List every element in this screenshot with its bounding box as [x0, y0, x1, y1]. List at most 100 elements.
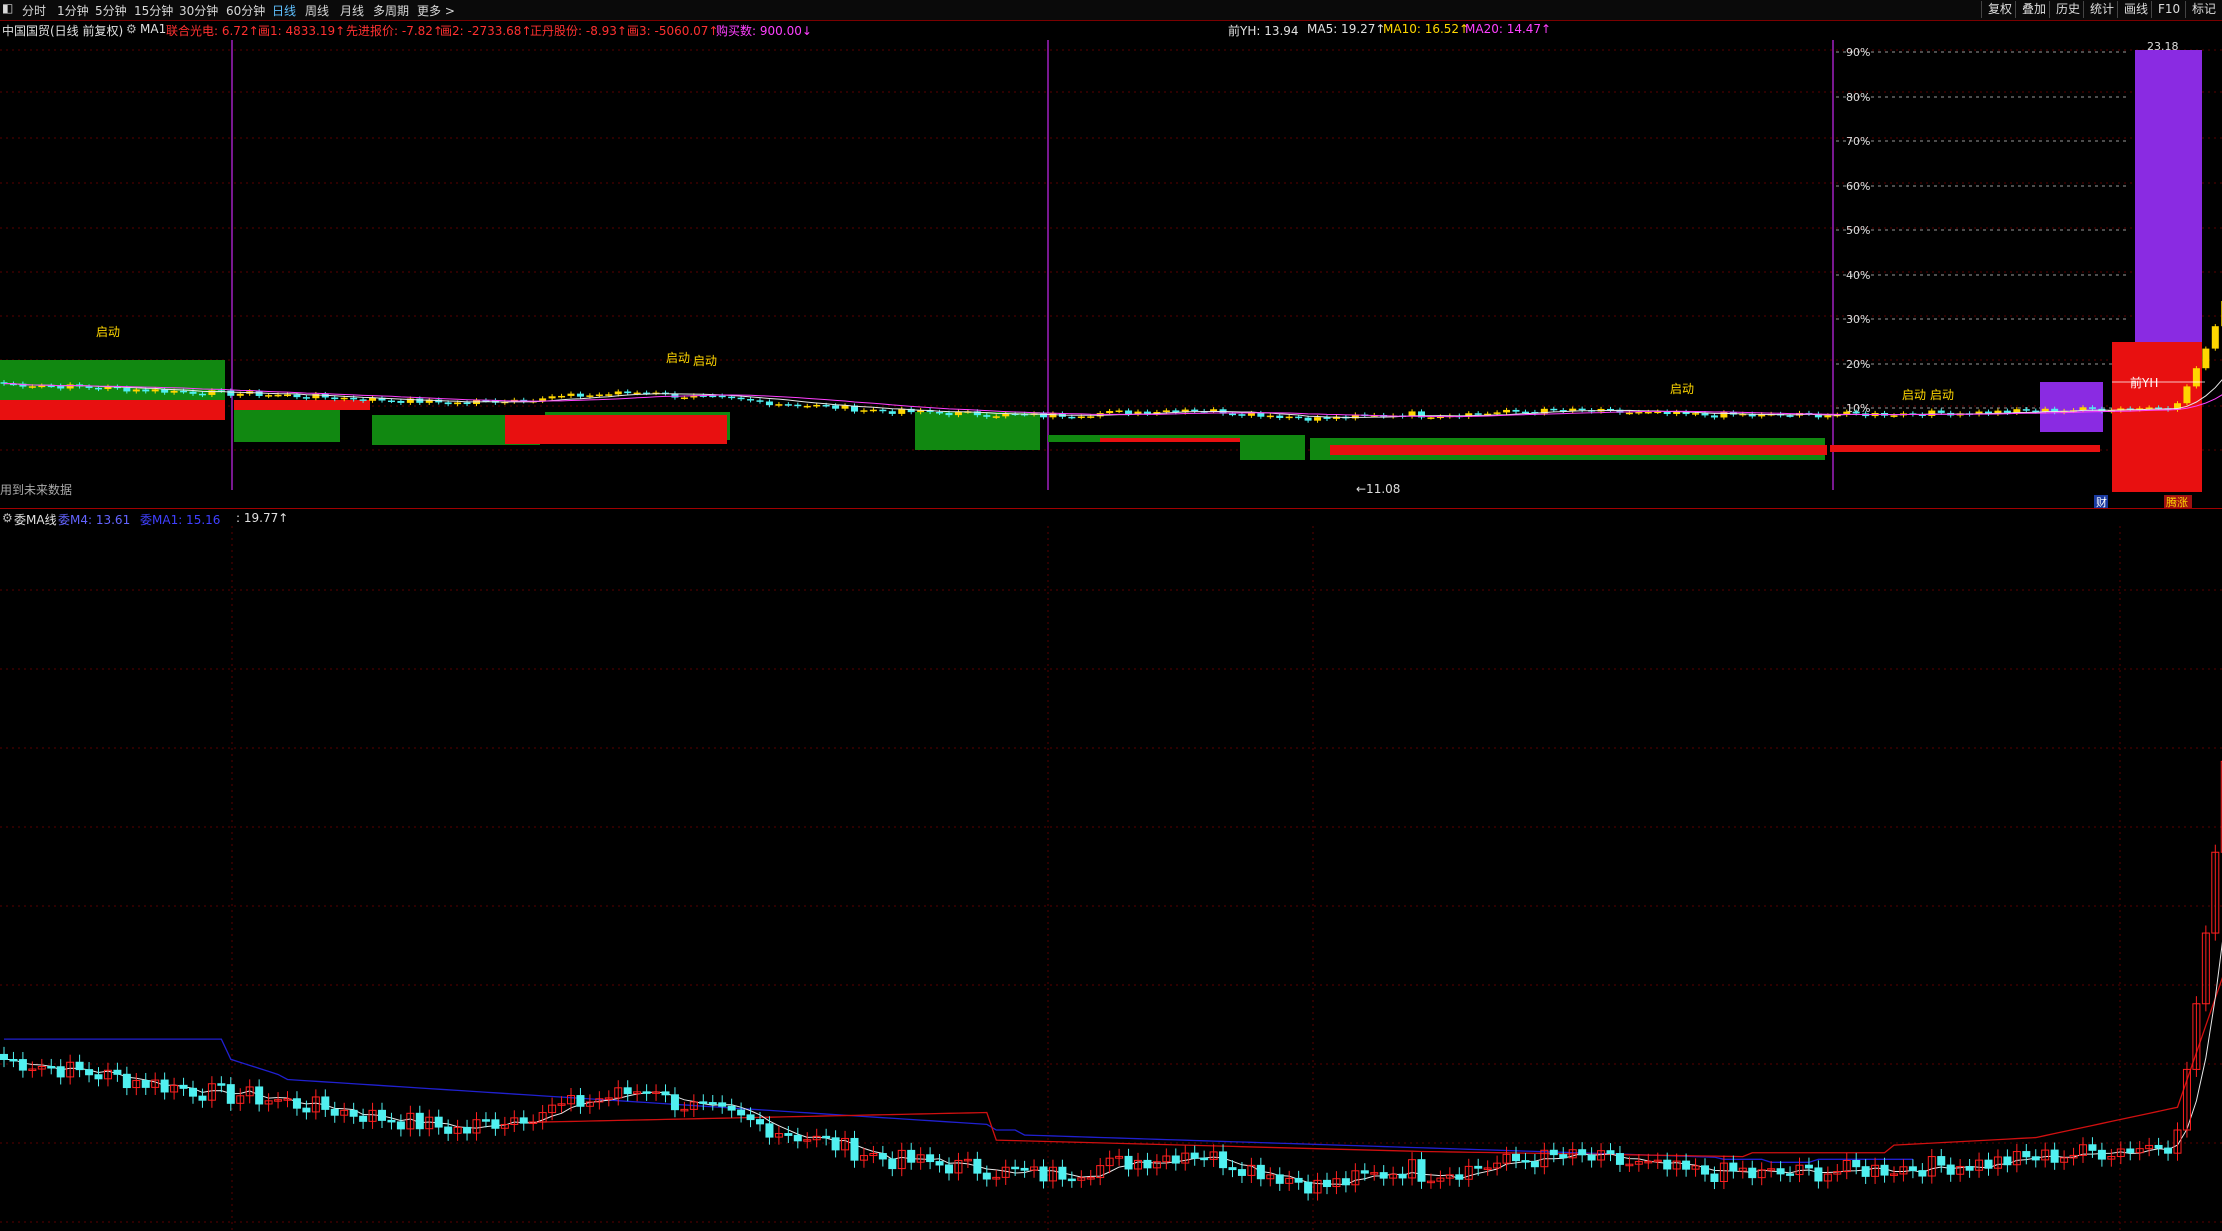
lower-candle-body-176 [1663, 1159, 1672, 1170]
upper-candle-body-132 [1247, 413, 1255, 416]
ma-value-0: 前YH: 13.94 [1228, 24, 1299, 38]
menu-icon[interactable]: ◧ [2, 1, 13, 15]
period-tab-10[interactable]: 更多 > [417, 2, 455, 19]
lower-candle-body-21 [198, 1095, 207, 1101]
lower-candle-body-203 [1918, 1170, 1927, 1177]
period-tab-8[interactable]: 月线 [340, 2, 364, 19]
lower-candle-body-188 [1776, 1168, 1785, 1175]
upper-candle-body-10 [95, 387, 102, 390]
upper-candle-body-123 [1162, 410, 1170, 412]
upper-candle-body-234 [2211, 326, 2219, 349]
upper-candle-body-18 [170, 390, 178, 393]
toolbar-button-1[interactable]: 叠加 [2015, 1, 2052, 18]
lower-candle-body-71 [670, 1094, 679, 1111]
period-tab-6[interactable]: 日线 [272, 2, 296, 19]
period-tab-7[interactable]: 周线 [305, 2, 329, 19]
qidong-label-1: 启动 [666, 351, 690, 365]
lower-candle-body-20 [189, 1087, 197, 1097]
upper-candle-body-61 [576, 393, 584, 397]
toolbar-button-3[interactable]: 统计 [2083, 1, 2120, 18]
lower-candle-body-167 [1578, 1149, 1587, 1156]
lower-candle-body-229 [2164, 1147, 2173, 1154]
upper-candle-body-87 [822, 404, 830, 407]
period-tab-2[interactable]: 5分钟 [95, 2, 127, 19]
toolbar-button-2[interactable]: 历史 [2049, 1, 2086, 18]
lower-candle-body-189 [1786, 1173, 1795, 1176]
pct-label-4: 50% [1846, 224, 1870, 237]
lower-candle-body-135 [1275, 1174, 1284, 1184]
lower-candle-body-130 [1228, 1167, 1237, 1171]
lower-settings-icon[interactable]: ⚙ [2, 511, 13, 525]
upper-candle-body-231 [2183, 386, 2191, 404]
lower-candle-body-55 [519, 1117, 528, 1124]
upper-candle-body-77 [728, 396, 736, 399]
upper-kline-panel[interactable]: 90%80%70%60%50%40%30%20%10%启动启动 启动启动 启动 启动←… [0, 40, 2222, 508]
lower-candle-body-47 [444, 1126, 453, 1134]
red-block-5 [1830, 445, 2100, 452]
upper-candle-body-172 [1625, 412, 1633, 415]
lower-candle-body-35 [330, 1108, 339, 1116]
period-tab-5[interactable]: 60分钟 [226, 2, 265, 19]
upper-candle-body-4 [38, 385, 46, 388]
badge-zhang: 腾涨 [2166, 495, 2188, 508]
purple-surge-box [2135, 50, 2202, 380]
lower-candle-body-107 [1011, 1166, 1020, 1170]
lower-candle-body-137 [1294, 1177, 1303, 1183]
lower-candle-body-165 [1559, 1154, 1568, 1159]
lower-candle-body-77 [727, 1105, 736, 1111]
lower-candle-body-202 [1908, 1166, 1917, 1172]
settings-gear-icon[interactable]: ⚙ [126, 22, 137, 36]
lower-candle-body-215 [2031, 1156, 2040, 1161]
lower-candle-body-170 [1606, 1150, 1615, 1155]
period-tab-9[interactable]: 多周期 [373, 2, 409, 19]
upper-candle-body-167 [1578, 408, 1586, 411]
pct-label-6: 30% [1846, 313, 1870, 326]
upper-candle-body-221 [2088, 407, 2096, 409]
upper-candle-body-60 [567, 393, 575, 396]
period-tab-3[interactable]: 15分钟 [134, 2, 173, 19]
lower-candle-body-34 [321, 1096, 330, 1110]
toolbar-button-0[interactable]: 复权 [1981, 1, 2018, 18]
lower-candle-body-162 [1530, 1161, 1539, 1168]
lower-candle-body-210 [1984, 1159, 1993, 1169]
upper-candle-body-81 [765, 401, 773, 406]
lower-candle-body-83 [784, 1133, 793, 1136]
upper-candle-body-135 [1276, 415, 1284, 418]
lower-candle-body-27 [255, 1086, 264, 1105]
toolbar-button-5[interactable]: F10 [2151, 1, 2186, 18]
lower-candle-body-61 [576, 1095, 585, 1107]
upper-candle-body-79 [747, 399, 755, 401]
period-tab-4[interactable]: 30分钟 [179, 2, 218, 19]
lower-candle-body-37 [349, 1109, 358, 1117]
future-data-note: 用到未来数据 [0, 482, 72, 497]
upper-candle-body-64 [605, 394, 613, 396]
lower-candle-body-19 [179, 1084, 188, 1089]
upper-candle-body-113 [1068, 416, 1076, 419]
upper-candle-body-189 [1786, 415, 1794, 417]
lower-candle-body-199 [1880, 1164, 1889, 1176]
upper-candle-body-62 [586, 395, 594, 397]
lower-candle-body-126 [1190, 1152, 1199, 1159]
upper-candle-body-15 [142, 389, 150, 392]
toolbar-button-4[interactable]: 画线 [2117, 1, 2154, 18]
upper-candle-body-42 [397, 400, 405, 403]
upper-candle-body-117 [1106, 411, 1114, 414]
upper-candle-body-78 [737, 397, 745, 400]
upper-candle-body-27 [255, 391, 263, 396]
upper-candle-body-19 [180, 390, 188, 393]
lower-candle-body-108 [1020, 1167, 1029, 1171]
ma-label[interactable]: MA1 [140, 22, 166, 36]
upper-candle-body-16 [151, 389, 159, 392]
indicator-value-1: 画1: 4833.19↑ [258, 24, 346, 38]
lower-candle-body-164 [1549, 1149, 1558, 1156]
red-block-3 [1100, 438, 1240, 442]
period-tab-0[interactable]: 分时 [22, 2, 46, 19]
lower-candle-body-110 [1039, 1166, 1048, 1182]
qidong-label-5: 启动 [1930, 388, 1954, 402]
toolbar-button-6[interactable]: 标记 [2185, 1, 2222, 18]
red-block-4 [1330, 445, 1827, 455]
lower-candle-body-75 [708, 1102, 717, 1105]
lower-kline-panel[interactable] [0, 526, 2222, 1231]
period-tab-1[interactable]: 1分钟 [57, 2, 89, 19]
upper-candle-body-38 [359, 399, 367, 401]
